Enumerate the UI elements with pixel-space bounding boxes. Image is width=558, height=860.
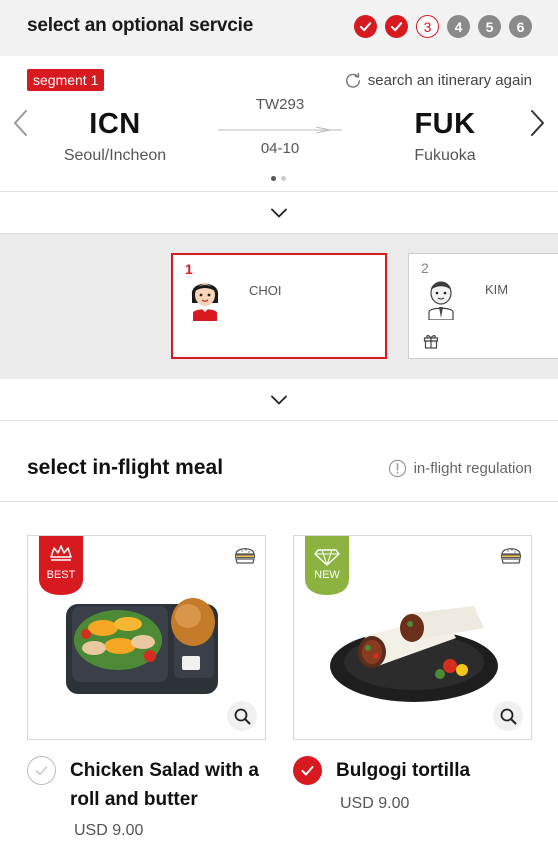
gift-icon bbox=[423, 335, 439, 349]
chevron-down-icon bbox=[271, 208, 287, 217]
search-itinerary-label: search an itinerary again bbox=[367, 71, 532, 89]
check-icon bbox=[301, 766, 314, 776]
step-4: 4 bbox=[447, 15, 470, 38]
search-itinerary-again-link[interactable]: search an itinerary again bbox=[344, 71, 532, 89]
magnifier-icon bbox=[234, 708, 250, 724]
page-title: select an optional servcie bbox=[27, 15, 254, 36]
check-icon bbox=[35, 766, 48, 776]
regulation-label: in-flight regulation bbox=[413, 460, 532, 477]
magnifier-icon bbox=[500, 708, 516, 724]
zoom-button[interactable] bbox=[227, 701, 257, 731]
origin-city: Seoul/Incheon bbox=[63, 147, 167, 164]
in-flight-regulation-link[interactable]: in-flight regulation bbox=[388, 459, 532, 478]
chevron-down-icon bbox=[271, 395, 287, 404]
passenger-name: CHOI bbox=[249, 283, 282, 298]
male-avatar-icon bbox=[428, 281, 454, 320]
step-2-done bbox=[385, 15, 408, 38]
bulgogi-tortilla-image bbox=[330, 606, 498, 702]
meal-section-header: select in-flight meal in-flight regulati… bbox=[0, 422, 558, 502]
chevron-right-icon[interactable] bbox=[529, 108, 547, 138]
zoom-button[interactable] bbox=[493, 701, 523, 731]
origin-airport: ICN Seoul/Incheon bbox=[50, 108, 180, 165]
passenger-carousel: 1 CHOI 2 KIM bbox=[0, 234, 558, 379]
meal-option-chicken-salad[interactable]: Chicken Salad with a roll and butter bbox=[27, 756, 280, 814]
step-5: 5 bbox=[478, 15, 501, 38]
female-avatar-icon bbox=[191, 283, 219, 321]
meal-name: Chicken Salad with a roll and butter bbox=[70, 760, 259, 810]
meal-name: Bulgogi tortilla bbox=[336, 760, 471, 781]
flight-segment-carousel: segment 1 search an itinerary again ICN … bbox=[0, 56, 558, 192]
page-header: select an optional servcie 3 4 5 6 bbox=[0, 0, 558, 56]
section-title: select in-flight meal bbox=[27, 456, 224, 479]
refresh-icon bbox=[345, 72, 360, 88]
step-6: 6 bbox=[509, 15, 532, 38]
carousel-pagination bbox=[271, 176, 286, 181]
step-indicator: 3 4 5 6 bbox=[354, 15, 532, 38]
origin-code: ICN bbox=[89, 108, 141, 140]
segment-badge: segment 1 bbox=[27, 69, 105, 91]
meal-option-bulgogi-tortilla[interactable]: Bulgogi tortilla bbox=[293, 756, 470, 785]
meal-select-checkbox-checked[interactable] bbox=[293, 756, 322, 785]
meal-price: USD 9.00 bbox=[74, 822, 144, 839]
destination-airport: FUK Fukuoka bbox=[380, 108, 510, 165]
info-icon bbox=[388, 459, 406, 478]
meal-card-bulgogi-tortilla[interactable]: NEW bbox=[293, 535, 532, 740]
pagination-dot-active[interactable] bbox=[271, 176, 276, 181]
meal-select-checkbox[interactable] bbox=[27, 756, 56, 785]
segment-expand-toggle[interactable] bbox=[0, 192, 558, 234]
check-icon bbox=[359, 22, 372, 32]
flight-number: TW293 bbox=[255, 96, 305, 113]
chevron-left-icon[interactable] bbox=[11, 108, 29, 138]
meal-card-chicken-salad[interactable]: BEST bbox=[27, 535, 266, 740]
step-3-current: 3 bbox=[416, 15, 439, 38]
destination-code: FUK bbox=[414, 108, 476, 140]
destination-city: Fukuoka bbox=[414, 147, 476, 164]
passenger-expand-toggle[interactable] bbox=[0, 379, 558, 421]
passenger-card[interactable]: 2 KIM bbox=[408, 253, 558, 359]
airplane-route-icon bbox=[218, 126, 342, 134]
burger-icon bbox=[235, 548, 255, 564]
step-1-done bbox=[354, 15, 377, 38]
passenger-card-selected[interactable]: 1 CHOI bbox=[171, 253, 387, 359]
passenger-name: KIM bbox=[485, 282, 509, 297]
flight-date: 04-10 bbox=[260, 140, 300, 157]
chicken-salad-image bbox=[66, 598, 218, 694]
pagination-dot[interactable] bbox=[281, 176, 286, 181]
meal-price: USD 9.00 bbox=[340, 795, 410, 812]
burger-icon bbox=[501, 548, 521, 564]
optional-service-page: select an optional servcie 3 4 5 6 segme… bbox=[0, 0, 558, 860]
check-icon bbox=[390, 22, 403, 32]
